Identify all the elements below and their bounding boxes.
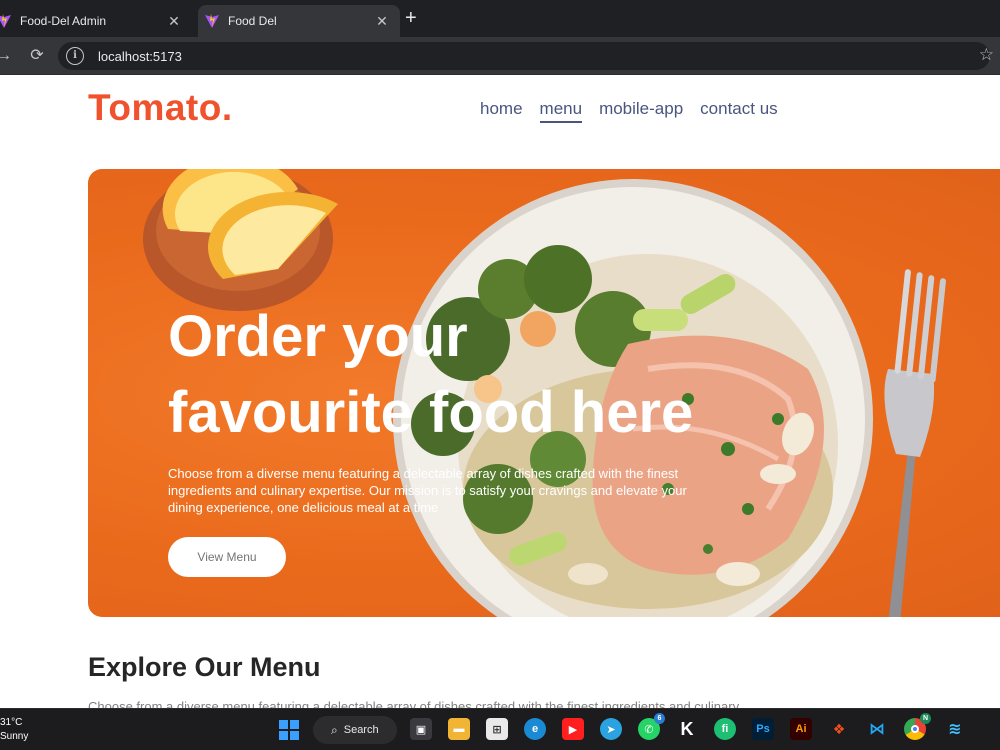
explore-menu-description: Choose from a diverse menu featuring a d… [88, 699, 740, 708]
microsoft-store-icon[interactable]: ⊞ [486, 718, 508, 740]
windows-taskbar: 31°C Sunny ⌕ Search ▣ ▬ ⊞ e ▶ ➤ ✆ 6 K fi… [0, 708, 1000, 750]
search-label: Search [343, 724, 379, 736]
fiverr-icon[interactable]: fi [714, 718, 736, 740]
illustrator-icon[interactable]: Ai [790, 718, 812, 740]
address-bar[interactable]: i localhost:5173 ☆ [58, 42, 994, 70]
browser-toolbar: → ⟳ i localhost:5173 ☆ [0, 37, 1000, 75]
edge-icon[interactable]: e [524, 718, 546, 740]
hero-title: Order your favourite food here [168, 299, 728, 451]
close-icon[interactable]: ✕ [166, 13, 182, 30]
hero-description: Choose from a diverse menu featuring a d… [168, 466, 687, 515]
tab-food-del[interactable]: Food Del ✕ [198, 5, 400, 37]
tab-title: Food-Del Admin [20, 14, 107, 28]
vscode-icon[interactable]: ⋈ [866, 718, 888, 740]
nav-menu[interactable]: menu [539, 99, 583, 123]
search-icon: ⌕ [331, 722, 338, 737]
hero-title-line-2: favourite food here [168, 380, 694, 445]
telegram-icon[interactable]: ➤ [600, 718, 622, 740]
taskbar-search[interactable]: ⌕ Search [313, 716, 397, 744]
explore-menu-title: Explore Our Menu [88, 652, 321, 682]
site-logo[interactable]: Tomato. [88, 87, 233, 129]
close-icon[interactable]: ✕ [374, 13, 390, 30]
browser-tab-bar: Food-Del Admin ✕ Food Del ✕ + [0, 0, 1000, 37]
nav-home[interactable]: home [480, 99, 523, 123]
whatsapp-icon[interactable]: ✆ 6 [638, 713, 665, 740]
view-menu-button[interactable]: View Menu [168, 537, 286, 577]
web-page: Tomato. home menu mobile-app contact us [0, 75, 1000, 708]
hero-title-line-1: Order your [168, 304, 468, 369]
klack-icon[interactable]: K [676, 718, 698, 740]
chrome-icon[interactable]: N [904, 713, 931, 740]
weather-widget[interactable]: 31°C Sunny [0, 716, 28, 744]
chrome-profile-badge: N [920, 713, 931, 724]
new-tab-button[interactable]: + [405, 6, 417, 30]
weather-temp: 31°C [0, 717, 23, 728]
url-text[interactable]: localhost:5173 [98, 49, 182, 64]
vite-favicon-icon [204, 13, 220, 29]
whatsapp-badge: 6 [654, 713, 665, 724]
info-icon[interactable]: i [66, 47, 84, 65]
tab-title: Food Del [228, 14, 277, 28]
app-icon[interactable]: ≋ [944, 718, 966, 740]
figma-icon[interactable]: ❖ [828, 718, 850, 740]
weather-condition: Sunny [0, 731, 29, 742]
tab-food-del-admin[interactable]: Food-Del Admin ✕ [0, 5, 192, 37]
photoshop-icon[interactable]: Ps [752, 718, 774, 740]
task-view-icon[interactable]: ▣ [410, 718, 432, 740]
file-explorer-icon[interactable]: ▬ [448, 718, 470, 740]
vite-favicon-icon [0, 13, 12, 29]
reload-icon[interactable]: ⟳ [27, 46, 47, 66]
start-icon[interactable] [279, 720, 299, 740]
youtube-icon[interactable]: ▶ [562, 718, 584, 740]
nav-mobile-app[interactable]: mobile-app [599, 99, 683, 123]
bookmark-star-icon[interactable]: ☆ [979, 45, 994, 65]
back-arrow-icon[interactable]: → [0, 46, 14, 66]
hero-banner: Order your favourite food here Choose fr… [88, 169, 1000, 617]
nav-contact-us[interactable]: contact us [700, 99, 778, 123]
main-nav: home menu mobile-app contact us [480, 99, 778, 123]
